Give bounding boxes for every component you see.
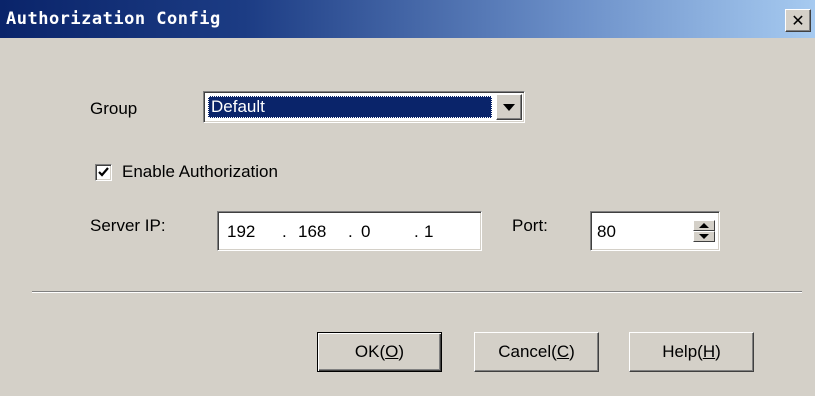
checkmark-icon	[98, 167, 109, 177]
separator-line	[32, 291, 802, 293]
ip-octet-1[interactable]: 192	[227, 222, 255, 242]
enable-authorization-label[interactable]: Enable Authorization	[122, 162, 278, 182]
port-value[interactable]: 80	[597, 222, 616, 242]
help-button[interactable]: Help(H)	[629, 332, 754, 372]
cancel-button[interactable]: Cancel(C)	[474, 332, 599, 372]
ip-dot: .	[414, 222, 419, 241]
ok-accelerator: O	[385, 342, 399, 361]
spin-up-button[interactable]	[693, 220, 715, 231]
arrow-down-icon	[699, 234, 709, 239]
ok-label-prefix: OK(	[354, 342, 386, 361]
help-label-prefix: Help(	[662, 342, 703, 361]
port-label: Port:	[512, 216, 548, 235]
ip-octet-4[interactable]: 1	[424, 222, 433, 242]
group-label: Group	[90, 99, 138, 118]
close-icon: ✕	[791, 10, 805, 30]
server-ip-label: Server IP:	[90, 216, 166, 235]
help-label-suffix: )	[715, 342, 721, 361]
ip-dot: .	[348, 222, 353, 241]
window-title: Authorization Config	[6, 9, 221, 29]
help-accelerator: H	[702, 342, 716, 361]
cancel-accelerator: C	[556, 342, 570, 361]
cancel-label-prefix: Cancel(	[498, 342, 557, 361]
port-spinbox[interactable]: 80	[590, 211, 720, 251]
chevron-down-icon	[503, 103, 515, 111]
ok-button[interactable]: OK(O)	[317, 332, 442, 372]
group-selected-value: Default	[208, 96, 492, 118]
spin-down-button[interactable]	[693, 231, 715, 242]
ip-octet-2[interactable]: 168	[298, 222, 326, 242]
enable-authorization-checkbox[interactable]	[95, 164, 112, 181]
close-button[interactable]: ✕	[785, 9, 811, 32]
dropdown-arrow-button[interactable]	[496, 94, 522, 120]
cancel-label-suffix: )	[569, 342, 575, 361]
ip-octet-3[interactable]: 0	[361, 222, 370, 242]
title-bar[interactable]: Authorization Config ✕	[0, 0, 815, 38]
group-dropdown[interactable]: Default	[203, 91, 525, 123]
ok-label-suffix: )	[398, 342, 405, 361]
ip-dot: .	[282, 222, 287, 241]
arrow-up-icon	[699, 223, 709, 228]
port-spinner[interactable]	[693, 220, 715, 242]
server-ip-field[interactable]: 192 . 168 . 0 . 1	[217, 211, 482, 251]
